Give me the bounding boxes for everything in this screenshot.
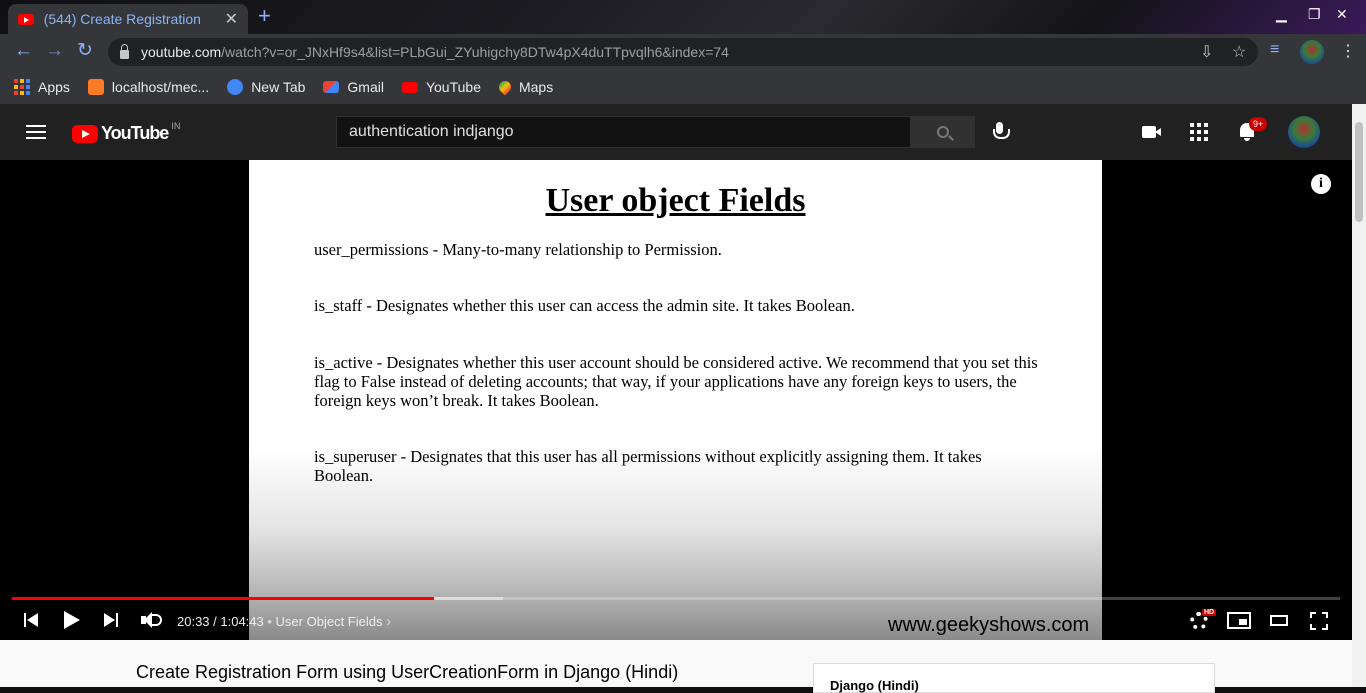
slide-title: User object Fields — [545, 182, 806, 219]
previous-video-icon[interactable] — [24, 613, 38, 627]
notification-badge: 9+ — [1249, 117, 1268, 131]
youtube-header: YouTube IN authentication indjango — [0, 104, 1352, 160]
lock-icon — [120, 43, 129, 59]
playlist-panel[interactable]: Django (Hindi) — [813, 663, 1215, 693]
theater-mode-icon[interactable] — [1270, 615, 1288, 626]
globe-icon — [227, 79, 244, 95]
gmail-icon — [323, 81, 340, 93]
account-avatar[interactable] — [1288, 116, 1320, 148]
youtube-logo[interactable]: YouTube IN — [72, 121, 180, 144]
maximize-icon[interactable]: ❐ — [1308, 6, 1321, 23]
youtube-favicon-icon — [18, 13, 34, 25]
bookmark-youtube[interactable]: YouTube — [401, 79, 481, 95]
bookmarks-bar: Apps localhost/mec... New Tab Gmail YouT… — [0, 70, 1366, 104]
apps-icon[interactable] — [1190, 123, 1208, 141]
youtube-play-logo-icon — [72, 124, 98, 143]
hamburger-menu-icon[interactable] — [26, 125, 46, 139]
bookmark-new-tab[interactable]: New Tab — [227, 79, 305, 95]
microphone-icon[interactable] — [993, 122, 1010, 144]
search-icon — [936, 126, 949, 138]
new-tab-icon[interactable]: + — [258, 5, 271, 27]
playlist-title[interactable]: Django (Hindi) — [830, 678, 919, 693]
slide-paragraph: is_superuser - Designates that this user… — [314, 447, 982, 485]
youtube-icon — [401, 81, 418, 93]
bookmark-localhost[interactable]: localhost/mec... — [87, 79, 209, 95]
video-frame-slide: User object Fields user_permissions - Ma… — [249, 160, 1102, 640]
progress-bar[interactable] — [12, 597, 1340, 600]
apps-grid-icon — [14, 79, 30, 95]
page-scrollbar[interactable] — [1352, 104, 1366, 687]
video-title: Create Registration Form using UserCreat… — [136, 662, 679, 682]
time-display: 20:33 / 1:04:43 • User Object Fields › — [177, 613, 392, 630]
profile-avatar-icon[interactable] — [1300, 40, 1324, 64]
create-video-icon[interactable] — [1142, 126, 1161, 138]
played-bar — [12, 597, 435, 600]
xampp-icon — [87, 79, 104, 95]
scrollbar-thumb[interactable] — [1355, 122, 1363, 222]
search-button[interactable] — [910, 116, 975, 148]
forward-icon[interactable]: → — [45, 41, 64, 61]
menu-dots-icon[interactable]: ⋮ — [1340, 41, 1356, 61]
url-text: youtube.com/watch?v=or_JNxHf9s4&list=PLb… — [141, 44, 729, 60]
slide-paragraph: is_active - Designates whether this user… — [314, 353, 1038, 410]
next-video-icon[interactable] — [104, 613, 118, 627]
address-row: ← → ↻ youtube.com/watch?v=or_JNxHf9s4&li… — [0, 34, 1366, 70]
video-player[interactable]: User object Fields user_permissions - Ma… — [0, 160, 1352, 640]
volume-icon[interactable] — [141, 612, 163, 628]
browser-tab-bar: (544) Create Registration ✕ + ▁ ❐ ✕ — [0, 0, 1366, 34]
bookmark-maps[interactable]: Maps — [496, 78, 553, 96]
chapter-title[interactable]: User Object Fields — [276, 614, 383, 629]
maps-pin-icon — [496, 78, 514, 96]
search-input[interactable]: authentication indjango — [336, 116, 911, 148]
close-window-icon[interactable]: ✕ — [1336, 6, 1348, 23]
bookmark-star-icon[interactable]: ☆ — [1232, 42, 1246, 62]
below-player-area: Create Registration Form using UserCreat… — [0, 640, 1352, 693]
hd-badge: HD — [1202, 609, 1217, 616]
close-tab-icon[interactable]: ✕ — [225, 9, 238, 29]
back-icon[interactable]: ← — [14, 41, 33, 61]
browser-tab[interactable]: (544) Create Registration ✕ — [8, 4, 248, 34]
media-queue-icon[interactable]: ≡ — [1270, 41, 1279, 59]
install-icon[interactable]: ⇩ — [1200, 42, 1213, 62]
slide-paragraph: user_permissions - Many-to-many relation… — [314, 240, 722, 259]
watermark-text: www.geekyshows.com — [888, 614, 1090, 636]
miniplayer-icon[interactable] — [1227, 612, 1251, 629]
minimize-icon[interactable]: ▁ — [1276, 6, 1287, 23]
address-bar[interactable]: youtube.com/watch?v=or_JNxHf9s4&list=PLb… — [108, 38, 1258, 66]
tab-title: (544) Create Registration — [43, 11, 201, 27]
info-icon[interactable]: i — [1311, 174, 1331, 194]
play-icon[interactable] — [64, 611, 80, 629]
bookmark-gmail[interactable]: Gmail — [323, 79, 384, 95]
slide-paragraph: is_staff - Designates whether this user … — [314, 296, 855, 315]
fullscreen-icon[interactable] — [1310, 612, 1328, 630]
bookmark-apps[interactable]: Apps — [14, 79, 70, 95]
reload-icon[interactable]: ↻ — [77, 41, 93, 61]
